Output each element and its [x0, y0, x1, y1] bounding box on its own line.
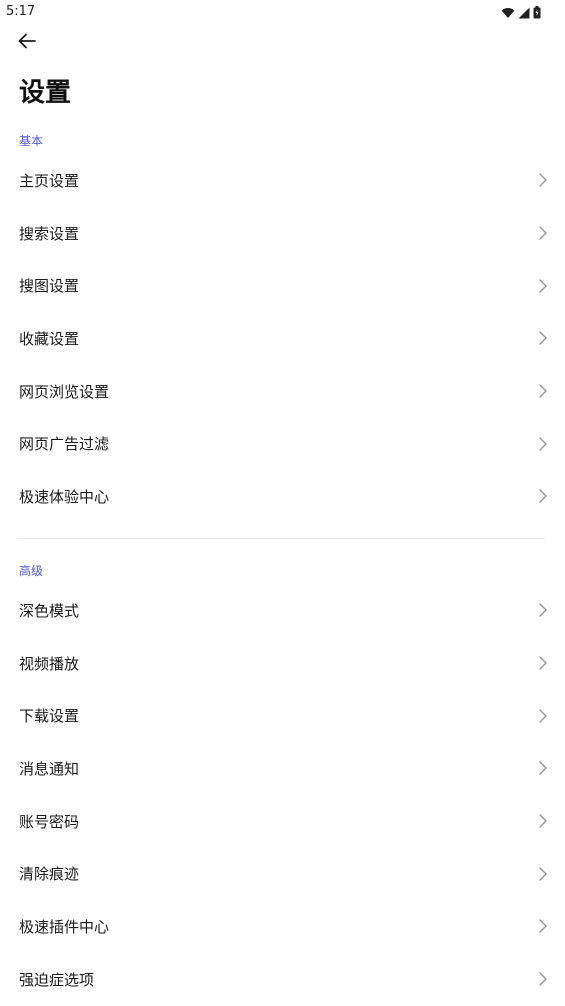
settings-item-browsing[interactable]: 网页浏览设置 — [0, 365, 565, 418]
settings-item-label: 下载设置 — [19, 707, 80, 726]
settings-item-plugin-center[interactable]: 极速插件中心 — [0, 900, 565, 953]
settings-item-account-password[interactable]: 账号密码 — [0, 795, 565, 848]
arrow-left-icon — [17, 33, 37, 53]
chevron-right-icon — [538, 278, 548, 294]
battery-icon — [533, 4, 541, 23]
settings-item-label: 搜索设置 — [19, 224, 80, 243]
settings-item-clear-traces[interactable]: 清除痕迹 — [0, 847, 565, 900]
status-bar: 5:17 — [0, 0, 565, 24]
settings-item-experience-center[interactable]: 极速体验中心 — [0, 470, 565, 523]
settings-item-label: 清除痕迹 — [19, 865, 80, 884]
chevron-right-icon — [538, 760, 548, 776]
settings-list-basic: 主页设置 搜索设置 搜图设置 收藏设置 网页浏览设置 网页广告过滤 极速体验中心 — [0, 154, 565, 523]
settings-item-ocd-options[interactable]: 强迫症选项 — [0, 953, 565, 1006]
chevron-right-icon — [538, 866, 548, 882]
back-button[interactable] — [14, 30, 40, 56]
chevron-right-icon — [538, 436, 548, 452]
settings-item-favorites[interactable]: 收藏设置 — [0, 312, 565, 365]
settings-item-label: 账号密码 — [19, 812, 80, 831]
settings-item-home[interactable]: 主页设置 — [0, 154, 565, 207]
settings-item-label: 消息通知 — [19, 759, 80, 778]
chevron-right-icon — [538, 813, 548, 829]
chevron-right-icon — [538, 172, 548, 188]
section-header-basic: 基本 — [19, 134, 44, 148]
settings-item-notifications[interactable]: 消息通知 — [0, 742, 565, 795]
settings-item-image-search[interactable]: 搜图设置 — [0, 259, 565, 312]
settings-item-dark-mode[interactable]: 深色模式 — [0, 584, 565, 637]
page-title: 设置 — [19, 78, 72, 108]
chevron-right-icon — [538, 655, 548, 671]
settings-item-label: 强迫症选项 — [19, 970, 95, 989]
settings-item-label: 收藏设置 — [19, 329, 80, 348]
wifi-icon — [501, 4, 515, 23]
signal-icon — [518, 4, 530, 23]
section-divider — [19, 538, 546, 539]
chevron-right-icon — [538, 971, 548, 987]
settings-item-label: 视频播放 — [19, 654, 80, 673]
chevron-right-icon — [538, 488, 548, 504]
settings-item-search[interactable]: 搜索设置 — [0, 207, 565, 260]
settings-item-label: 极速插件中心 — [19, 917, 110, 936]
settings-item-label: 极速体验中心 — [19, 487, 110, 506]
settings-item-label: 深色模式 — [19, 601, 80, 620]
settings-item-label: 网页浏览设置 — [19, 382, 110, 401]
chevron-right-icon — [538, 918, 548, 934]
settings-item-label: 搜图设置 — [19, 277, 80, 296]
settings-item-video-playback[interactable]: 视频播放 — [0, 637, 565, 690]
settings-item-ad-filter[interactable]: 网页广告过滤 — [0, 417, 565, 470]
chevron-right-icon — [538, 225, 548, 241]
status-time: 5:17 — [6, 4, 36, 19]
status-icons — [501, 4, 541, 23]
chevron-right-icon — [538, 330, 548, 346]
chevron-right-icon — [538, 383, 548, 399]
settings-item-label: 网页广告过滤 — [19, 435, 110, 454]
settings-item-label: 主页设置 — [19, 171, 80, 190]
settings-item-download[interactable]: 下载设置 — [0, 689, 565, 742]
chevron-right-icon — [538, 602, 548, 618]
chevron-right-icon — [538, 708, 548, 724]
settings-list-advanced: 深色模式 视频播放 下载设置 消息通知 账号密码 清除痕迹 极速插件中心 强迫症… — [0, 584, 565, 1006]
section-header-advanced: 高级 — [19, 564, 44, 578]
